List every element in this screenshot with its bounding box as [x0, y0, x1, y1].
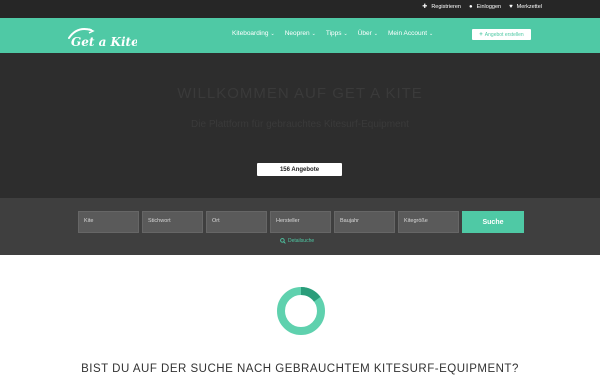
menu-item-kiteboarding[interactable]: Kiteboarding ⌄ — [232, 30, 275, 37]
location-input[interactable]: Ort — [206, 211, 267, 233]
section-headline: BIST DU AUF DER SUCHE NACH GEBRAUCHTEM K… — [81, 363, 519, 375]
register-label: Registrieren — [431, 4, 461, 10]
chevron-down-icon: ⌄ — [270, 30, 275, 37]
heart-icon: ♥ — [509, 4, 513, 10]
top-bar: ✚ Registrieren ● Einloggen ♥ Merkzettel — [0, 0, 600, 18]
keyword-input[interactable]: Stichwort — [142, 211, 203, 233]
menu-item-label: Über — [357, 30, 372, 37]
menu-item-ueber[interactable]: Über ⌄ — [358, 30, 378, 37]
menu-item-label: Kiteboarding — [232, 30, 269, 37]
login-link[interactable]: ● Einloggen — [469, 4, 501, 10]
plus-icon: ✚ — [422, 4, 428, 10]
plus-icon: + — [479, 31, 483, 38]
hero-title: WILLKOMMEN AUF GET A KITE — [177, 85, 423, 102]
site-logo[interactable]: Get a Kite — [67, 26, 137, 50]
chevron-down-icon: ⌄ — [311, 30, 316, 37]
logo-text: Get a Kite — [71, 35, 137, 49]
hero-banner: WILLKOMMEN AUF GET A KITE Die Plattform … — [0, 53, 600, 198]
watchlist-link[interactable]: ♥ Merkzettel — [509, 4, 542, 10]
menu-item-tipps[interactable]: Tipps ⌄ — [326, 30, 348, 37]
account-links: ✚ Registrieren ● Einloggen ♥ Merkzettel — [422, 4, 542, 10]
manufacturer-select[interactable]: Hersteller — [270, 211, 331, 233]
main-menu: Kiteboarding ⌄ Neopren ⌄ Tipps ⌄ Über ⌄ … — [232, 30, 433, 37]
chevron-down-icon: ⌄ — [373, 30, 378, 37]
detail-search-label: Detailsuche — [288, 238, 315, 244]
menu-item-label: Tipps — [325, 30, 342, 37]
search-button[interactable]: Suche — [462, 211, 524, 233]
chevron-down-icon: ⌄ — [429, 30, 434, 37]
menu-item-account[interactable]: Mein Account ⌄ — [388, 30, 433, 37]
listing-count-badge: 156 Angebote — [257, 163, 342, 176]
menu-item-neopren[interactable]: Neopren ⌄ — [285, 30, 316, 37]
create-listing-label: Angebot erstellen — [484, 31, 524, 38]
chevron-down-icon: ⌄ — [343, 30, 348, 37]
hero-tagline: Die Plattform für gebrauchtes Kitesurf-E… — [191, 119, 409, 130]
search-icon — [280, 238, 286, 244]
login-label: Einloggen — [476, 4, 502, 10]
search-panel: Kite Stichwort Ort Hersteller Baujahr Ki… — [0, 198, 600, 255]
menu-item-label: Mein Account — [388, 30, 428, 37]
create-listing-button[interactable]: + Angebot erstellen — [472, 29, 531, 40]
register-link[interactable]: ✚ Registrieren — [422, 4, 461, 10]
menu-item-label: Neopren — [284, 30, 310, 37]
loading-spinner — [277, 287, 325, 335]
kite-size-select[interactable]: Kitegröße — [398, 211, 459, 233]
kite-select[interactable]: Kite — [78, 211, 139, 233]
watchlist-label: Merkzettel — [516, 4, 542, 10]
detail-search-link[interactable]: Detailsuche — [280, 238, 314, 244]
user-icon: ● — [468, 4, 473, 10]
year-select[interactable]: Baujahr — [334, 211, 395, 233]
